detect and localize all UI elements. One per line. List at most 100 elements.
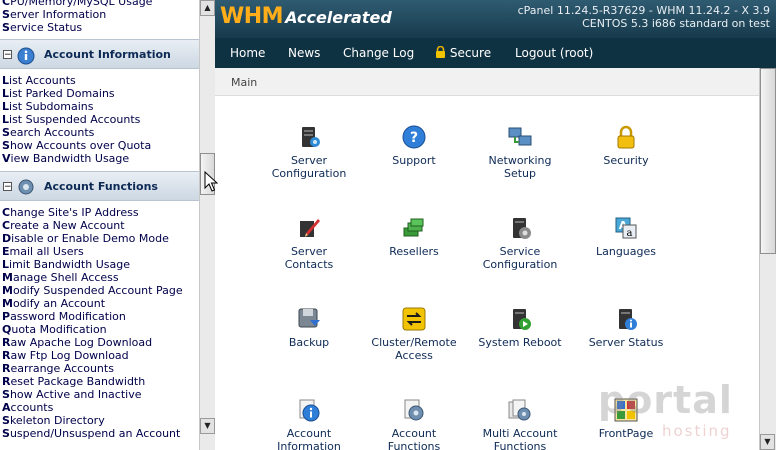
tile-resellers[interactable]: Resellers xyxy=(364,215,464,258)
link-create-a-new-account[interactable]: Create a New Account xyxy=(2,219,125,232)
link-list-parked-domains[interactable]: List Parked Domains xyxy=(2,87,115,100)
tile-label: Server Configuration xyxy=(271,154,347,180)
account-functions-section-icon xyxy=(18,179,34,195)
tile-label: Account Information xyxy=(277,427,341,450)
link-raw-apache-log-download[interactable]: Raw Apache Log Download xyxy=(2,336,152,349)
link-service-status[interactable]: Service Status xyxy=(2,21,82,34)
tile-account-functions[interactable]: Account Functions xyxy=(364,397,464,450)
link-suspend-unsuspend-an-account[interactable]: Suspend/Unsuspend an Account xyxy=(2,427,180,440)
version-line-1: cPanel 11.24.5-R37629 - WHM 11.24.2 - X … xyxy=(517,4,770,17)
nav-logout[interactable]: Logout (root) xyxy=(515,38,593,68)
scroll-down-arrow-icon[interactable]: ▼ xyxy=(200,418,215,434)
tile-support[interactable]: ? Support xyxy=(364,124,464,167)
collapse-toggle-icon[interactable]: − xyxy=(3,50,12,60)
nav-home[interactable]: Home xyxy=(230,38,265,68)
tile-label: Networking Setup xyxy=(488,154,552,180)
tile-languages[interactable]: Aa Languages xyxy=(576,215,676,258)
nav-secure-label: Secure xyxy=(449,46,492,60)
networking-icon xyxy=(507,124,533,150)
breadcrumb: Main xyxy=(215,68,776,96)
section-title: Account Functions xyxy=(44,180,158,193)
service-config-icon xyxy=(507,215,533,241)
tile-label: Resellers xyxy=(389,245,439,258)
tile-label: Account Functions xyxy=(387,427,441,450)
link-view-bandwidth-usage[interactable]: View Bandwidth Usage xyxy=(2,152,129,165)
multi-account-icon xyxy=(507,397,533,423)
tile-system-reboot[interactable]: System Reboot xyxy=(470,306,570,349)
tile-cluster-remote-access[interactable]: Cluster/Remote Access xyxy=(364,306,464,362)
link-search-accounts[interactable]: Search Accounts xyxy=(2,126,94,139)
link-limit-bandwidth-usage[interactable]: Limit Bandwidth Usage xyxy=(2,258,130,271)
scrollbar-thumb[interactable] xyxy=(760,68,776,254)
tile-backup[interactable]: Backup xyxy=(259,306,359,349)
tile-label: Server Status xyxy=(588,336,664,349)
link-skeleton-directory[interactable]: Skeleton Directory xyxy=(2,414,105,427)
nav-news[interactable]: News xyxy=(288,38,320,68)
tile-multi-account-functions[interactable]: Multi Account Functions xyxy=(470,397,570,450)
tile-label: Backup xyxy=(288,336,330,349)
link-disable-or-enable-demo-mode[interactable]: Disable or Enable Demo Mode xyxy=(2,232,169,245)
server-status-icon xyxy=(613,306,639,332)
link-accounts[interactable]: Accounts xyxy=(2,401,53,414)
link-list-accounts[interactable]: List Accounts xyxy=(2,74,76,87)
languages-icon: Aa xyxy=(613,215,639,241)
breadcrumb-main[interactable]: Main xyxy=(231,76,257,89)
link-password-modification[interactable]: Password Modification xyxy=(2,310,126,323)
frontpage-icon xyxy=(613,397,639,423)
link-cpu-memory-mysql[interactable]: CPU/Memory/MySQL Usage xyxy=(2,0,152,8)
link-modify-an-account[interactable]: Modify an Account xyxy=(2,297,105,310)
tile-label: Cluster/Remote Access xyxy=(371,336,457,362)
resellers-icon xyxy=(401,215,427,241)
nav-secure[interactable]: Secure xyxy=(435,38,491,68)
link-rearrange-accounts[interactable]: Rearrange Accounts xyxy=(2,362,114,375)
scroll-down-arrow-icon[interactable]: ▼ xyxy=(760,434,775,450)
logo-whm-text: WHM xyxy=(220,4,284,29)
tile-server-configuration[interactable]: Server Configuration xyxy=(259,124,359,180)
scroll-up-arrow-icon[interactable]: ▲ xyxy=(200,0,215,16)
left-navigation-frame: CPU/Memory/MySQL Usage Server Informatio… xyxy=(0,0,199,450)
tile-label: Multi Account Functions xyxy=(482,427,558,450)
link-list-subdomains[interactable]: List Subdomains xyxy=(2,100,93,113)
account-functions-icon xyxy=(401,397,427,423)
tile-label: Security xyxy=(603,154,649,167)
tile-networking-setup[interactable]: Networking Setup xyxy=(470,124,570,180)
section-header-account-functions[interactable]: − Account Functions xyxy=(0,171,199,201)
version-line-2: CENTOS 5.3 i686 standard on test xyxy=(582,17,770,30)
tile-frontpage[interactable]: FrontPage xyxy=(576,397,676,440)
version-info: cPanel 11.24.5-R37629 - WHM 11.24.2 - X … xyxy=(518,4,770,30)
backup-icon xyxy=(296,306,322,332)
tile-security[interactable]: Security xyxy=(576,124,676,167)
link-change-site-s-ip-address[interactable]: Change Site's IP Address xyxy=(2,206,139,219)
top-navigation: Home News Change Log Secure Logout (root… xyxy=(215,38,776,68)
link-show-accounts-over-quota[interactable]: Show Accounts over Quota xyxy=(2,139,151,152)
tile-server-contacts[interactable]: Server Contacts xyxy=(259,215,359,271)
collapse-toggle-icon[interactable]: − xyxy=(3,182,12,192)
cluster-remote-icon xyxy=(401,306,427,332)
link-modify-suspended-account-page[interactable]: Modify Suspended Account Page xyxy=(2,284,183,297)
right-scrollbar[interactable]: ▼ xyxy=(759,68,776,450)
link-reset-package-bandwidth[interactable]: Reset Package Bandwidth xyxy=(2,375,145,388)
tile-server-status[interactable]: Server Status xyxy=(576,306,676,349)
link-show-active-and-inactive[interactable]: Show Active and Inactive xyxy=(2,388,142,401)
link-list-suspended-accounts[interactable]: List Suspended Accounts xyxy=(2,113,140,126)
whm-logo: WHM Accelerated xyxy=(220,4,392,29)
tile-service-configuration[interactable]: Service Configuration xyxy=(470,215,570,271)
system-reboot-icon xyxy=(507,306,533,332)
svg-text:?: ? xyxy=(410,130,418,146)
tile-label: Languages xyxy=(595,245,657,258)
nav-change-log[interactable]: Change Log xyxy=(343,38,414,68)
link-quota-modification[interactable]: Quota Modification xyxy=(2,323,107,336)
link-raw-ftp-log-download[interactable]: Raw Ftp Log Download xyxy=(2,349,129,362)
main-content-frame: WHM Accelerated cPanel 11.24.5-R37629 - W… xyxy=(215,0,776,450)
server-config-icon xyxy=(296,124,322,150)
security-lock-icon xyxy=(613,124,639,150)
link-email-all-users[interactable]: Email all Users xyxy=(2,245,84,258)
left-scrollbar[interactable]: ▲ ▼ xyxy=(199,0,215,450)
link-server-information[interactable]: Server Information xyxy=(2,8,106,21)
section-title: Account Information xyxy=(44,48,171,61)
section-header-account-information[interactable]: − Account Information xyxy=(0,39,199,69)
tile-label: FrontPage xyxy=(598,427,654,440)
link-manage-shell-access[interactable]: Manage Shell Access xyxy=(2,271,119,284)
tile-label: System Reboot xyxy=(478,336,562,349)
tile-account-information[interactable]: Account Information xyxy=(259,397,359,450)
